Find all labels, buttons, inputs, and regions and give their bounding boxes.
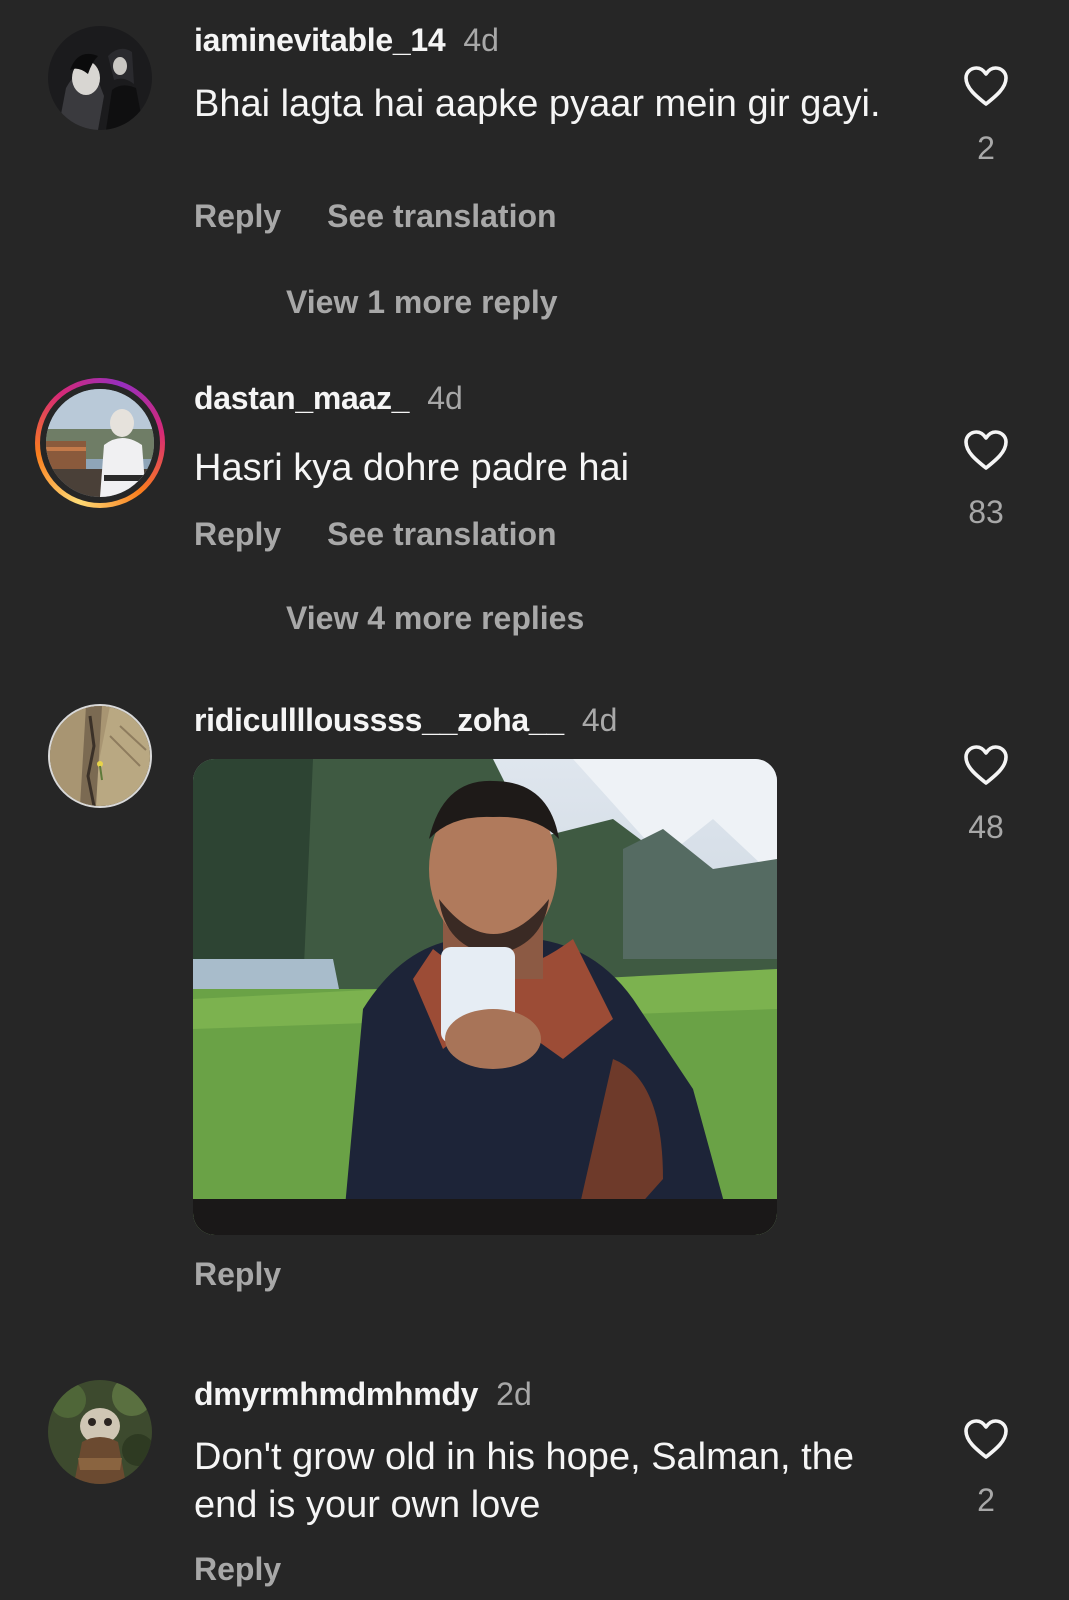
username[interactable]: dastan_maaz_: [194, 380, 409, 416]
avatar: [46, 389, 154, 497]
reply-button[interactable]: Reply: [194, 198, 281, 234]
reply-button[interactable]: Reply: [194, 1551, 281, 1587]
comment-actions: Reply See translation: [194, 196, 603, 236]
heart-outline-icon[interactable]: [962, 1417, 1010, 1461]
comment-header: dastan_maaz_ 4d: [194, 378, 463, 418]
comment-text: Hasri kya dohre padre hai: [194, 447, 630, 489]
heart-outline-icon[interactable]: [962, 743, 1010, 787]
timestamp: 4d: [427, 380, 463, 416]
comment-header: iaminevitable_14 4d: [194, 20, 499, 60]
heart-outline-icon[interactable]: [962, 428, 1010, 472]
avatar[interactable]: [48, 26, 152, 130]
comment-header: ridiculllloussss__zoha__ 4d: [194, 700, 617, 740]
comment-header: dmyrmhmdmhmdy 2d: [194, 1374, 532, 1414]
comment-actions: Reply: [194, 1254, 327, 1294]
username[interactable]: ridiculllloussss__zoha__: [194, 702, 564, 738]
see-translation-button[interactable]: See translation: [327, 198, 556, 234]
reply-button[interactable]: Reply: [194, 1256, 281, 1292]
gif-attachment[interactable]: [193, 759, 777, 1235]
see-translation-button[interactable]: See translation: [327, 516, 556, 552]
comment-actions: Reply See translation: [194, 514, 603, 554]
timestamp: 4d: [581, 702, 618, 738]
view-more-replies-button[interactable]: View 4 more replies: [286, 598, 584, 638]
like-count: 2: [977, 130, 995, 166]
timestamp: 4d: [463, 22, 499, 58]
comment-actions: Reply: [194, 1549, 327, 1589]
reply-button[interactable]: Reply: [194, 516, 281, 552]
heart-outline-icon[interactable]: [962, 64, 1010, 108]
like-count: 48: [968, 809, 1004, 845]
username[interactable]: iaminevitable_14: [194, 22, 446, 58]
timestamp: 2d: [496, 1376, 532, 1412]
like-count: 2: [977, 1482, 995, 1518]
like-count: 83: [968, 494, 1004, 530]
avatar[interactable]: [48, 704, 152, 808]
view-more-replies-button[interactable]: View 1 more reply: [286, 282, 558, 322]
username[interactable]: dmyrmhmdmhmdy: [194, 1376, 478, 1412]
gif-image: [193, 759, 777, 1235]
comment-text: Don't grow old in his hope, Salman, the …: [194, 1436, 854, 1526]
avatar[interactable]: [48, 1380, 152, 1484]
comment-text: Bhai lagta hai aapke pyaar mein gir gayi…: [194, 83, 881, 125]
avatar-story-ring[interactable]: [35, 378, 165, 508]
